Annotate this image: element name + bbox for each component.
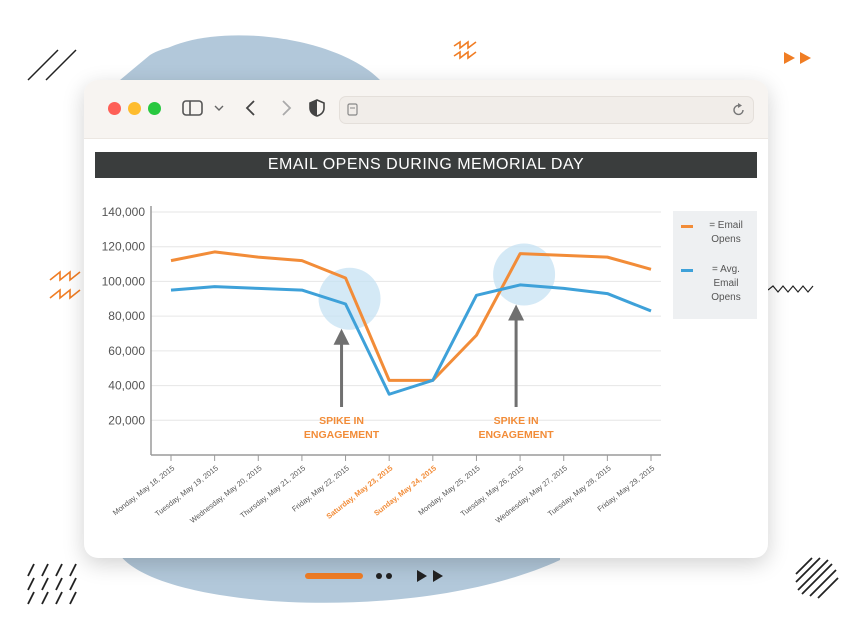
legend-label-line: = Avg. (712, 264, 740, 275)
zigzag-decoration (453, 40, 477, 60)
line-chart: 140,000 120,000 100,000 80,000 60,000 40,000 2… (102, 205, 661, 525)
annotation-label: ENGAGEMENT (304, 429, 380, 441)
annotation-arrow-head (333, 328, 350, 345)
diagonal-lines-decoration (795, 557, 839, 599)
y-tick-label: 120,000 (102, 240, 146, 254)
legend-swatch-email-opens (681, 225, 693, 228)
legend-label-line: Opens (711, 234, 741, 245)
zigzag-decoration-left (49, 270, 81, 300)
chart-legend: = Email Opens = Avg. Email Opens (673, 211, 757, 319)
series-line-avg-email-opens (170, 283, 652, 396)
y-tick-label: 60,000 (108, 344, 145, 358)
y-tick-label: 100,000 (102, 274, 146, 288)
legend-label-email-opens: = Email Opens (697, 219, 755, 247)
browser-window: EMAIL OPENS DURING MEMORIAL DAY 140,000 1… (84, 80, 768, 558)
legend-label-avg-email-opens: = Avg. Email Opens (697, 263, 755, 305)
annotation-label: SPIKE IN (494, 415, 539, 427)
x-tick-label: Wednesday, May 27, 2015 (494, 463, 569, 525)
carousel-controls-decoration (305, 570, 443, 582)
annotation-label: SPIKE IN (319, 415, 364, 427)
slash-lines-decoration (27, 49, 77, 81)
x-tick-label: Wednesday, May 20, 2015 (188, 463, 263, 525)
hatch-decoration-left (27, 563, 77, 605)
play-arrows-decoration (784, 52, 811, 64)
y-tick-label: 20,000 (108, 413, 145, 427)
y-tick-label: 40,000 (108, 379, 145, 393)
legend-label-line: Opens (711, 292, 741, 303)
legend-label-line: Email (713, 278, 739, 289)
wave-decoration (768, 285, 814, 293)
y-tick-label: 80,000 (108, 309, 145, 323)
legend-swatch-avg-email-opens (681, 269, 693, 272)
annotation-label: ENGAGEMENT (478, 429, 554, 441)
y-tick-label: 140,000 (102, 205, 146, 219)
legend-label-line: = Email (709, 220, 743, 231)
annotation-arrow-head (508, 304, 525, 321)
